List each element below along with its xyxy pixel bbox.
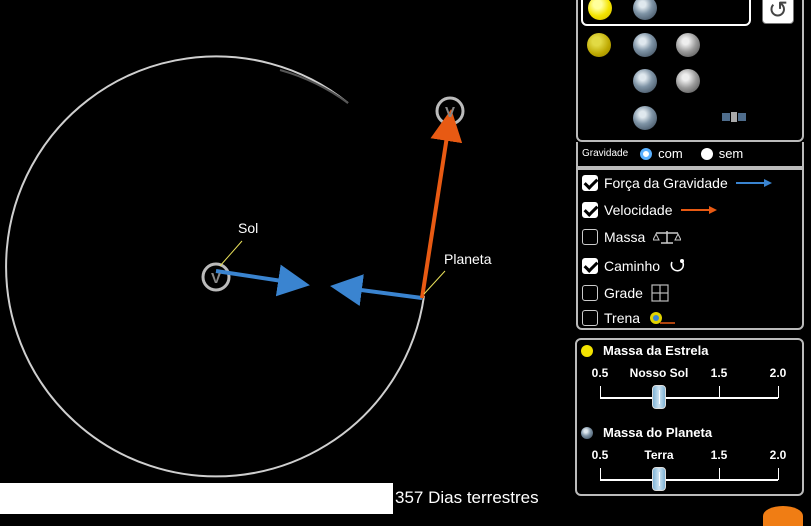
planet-tick-0: 0.5 — [591, 448, 609, 462]
option-path[interactable]: Caminho — [582, 257, 686, 275]
gravity-force-checkbox[interactable] — [582, 175, 598, 191]
velocity-checkbox[interactable] — [582, 202, 598, 218]
gravity-off-label: sem — [718, 146, 744, 161]
option-mass[interactable]: Massa — [582, 229, 682, 245]
mass-panel — [575, 338, 804, 496]
tape-measure-checkbox[interactable] — [582, 310, 598, 326]
planet-velocity-v: V — [445, 104, 455, 121]
option-velocity[interactable]: Velocidade — [582, 202, 717, 218]
planet-tick-3: 2.0 — [769, 448, 787, 462]
planet-icon[interactable] — [633, 106, 657, 130]
sun-label: Sol — [238, 220, 259, 236]
star-mass-title: Massa da Estrela — [581, 343, 709, 358]
planet-mass-slider-thumb[interactable] — [652, 467, 666, 491]
moon-icon[interactable] — [676, 33, 700, 57]
play-button[interactable] — [763, 506, 803, 526]
star-mass-label: Massa da Estrela — [603, 343, 709, 358]
tape-measure-icon — [650, 312, 676, 324]
grid-icon — [651, 284, 669, 302]
planet-label: Planeta — [444, 251, 492, 267]
gravity-on-label: com — [658, 146, 683, 161]
orbit-path-fade — [279, 69, 349, 104]
path-icon — [670, 259, 685, 272]
gravity-off-radio[interactable] — [700, 147, 713, 160]
planet-mass-label: Massa do Planeta — [603, 425, 713, 440]
elapsed-days: 357 Dias terrestres — [395, 488, 539, 507]
scale-icon — [653, 231, 682, 244]
tape-measure-label: Trena — [604, 310, 641, 326]
star-mass-track[interactable] — [600, 397, 778, 399]
mass-checkbox[interactable] — [582, 229, 598, 245]
option-grid[interactable]: Grade — [582, 284, 669, 302]
sun-velocity-v: V — [211, 270, 221, 287]
star-mass-icon — [581, 344, 593, 357]
velocity-label: Velocidade — [604, 202, 673, 218]
planet-gravity-vector — [330, 274, 423, 306]
blue-arrow-icon — [735, 179, 772, 187]
gravity-label: Gravidade — [582, 148, 629, 159]
dim-star-icon[interactable] — [587, 33, 611, 57]
planet-tick-mark — [778, 468, 779, 480]
gravity-on-radio[interactable] — [640, 147, 653, 160]
star-tick-mark — [778, 386, 779, 398]
planet-mass-track[interactable] — [600, 479, 778, 481]
star-tick-1: Nosso Sol — [629, 366, 689, 380]
moon-icon[interactable] — [676, 69, 700, 93]
options-panel — [576, 168, 804, 330]
star-tick-mark — [600, 386, 601, 398]
sun-label-leader — [219, 240, 243, 267]
planet-icon[interactable] — [633, 33, 657, 57]
orange-arrow-icon — [680, 206, 717, 214]
star-mass-slider-thumb[interactable] — [652, 385, 666, 409]
reset-icon: ↺ — [767, 0, 789, 24]
satellite-icon[interactable] — [722, 110, 746, 124]
clock-bar — [0, 483, 393, 514]
star-tick-0: 0.5 — [591, 366, 609, 380]
star-tick-mark — [719, 386, 720, 398]
option-gravity-force[interactable]: Força da Gravidade — [582, 175, 772, 191]
path-label: Caminho — [604, 258, 661, 274]
orbit-path — [5, 55, 425, 478]
star-tick-3: 2.0 — [769, 366, 787, 380]
planet-icon[interactable] — [633, 69, 657, 93]
grid-label: Grade — [604, 285, 643, 301]
option-tape-measure[interactable]: Trena — [582, 310, 676, 326]
mass-label: Massa — [604, 229, 646, 245]
planet-tick-mark — [600, 468, 601, 480]
planet-mass-icon — [581, 426, 593, 439]
path-checkbox[interactable] — [582, 258, 598, 274]
reset-button[interactable]: ↺ — [762, 0, 794, 24]
planet-mass-title: Massa do Planeta — [581, 425, 712, 440]
planet-tick-2: 1.5 — [710, 448, 728, 462]
star-tick-2: 1.5 — [710, 366, 728, 380]
gravity-toggle: Gravidade com sem — [582, 146, 757, 161]
planet-tick-mark — [719, 468, 720, 480]
gravity-force-label: Força da Gravidade — [604, 175, 728, 191]
planet-tick-1: Terra — [644, 448, 674, 462]
grid-checkbox[interactable] — [582, 285, 598, 301]
planet-velocity-vector[interactable] — [420, 109, 463, 299]
